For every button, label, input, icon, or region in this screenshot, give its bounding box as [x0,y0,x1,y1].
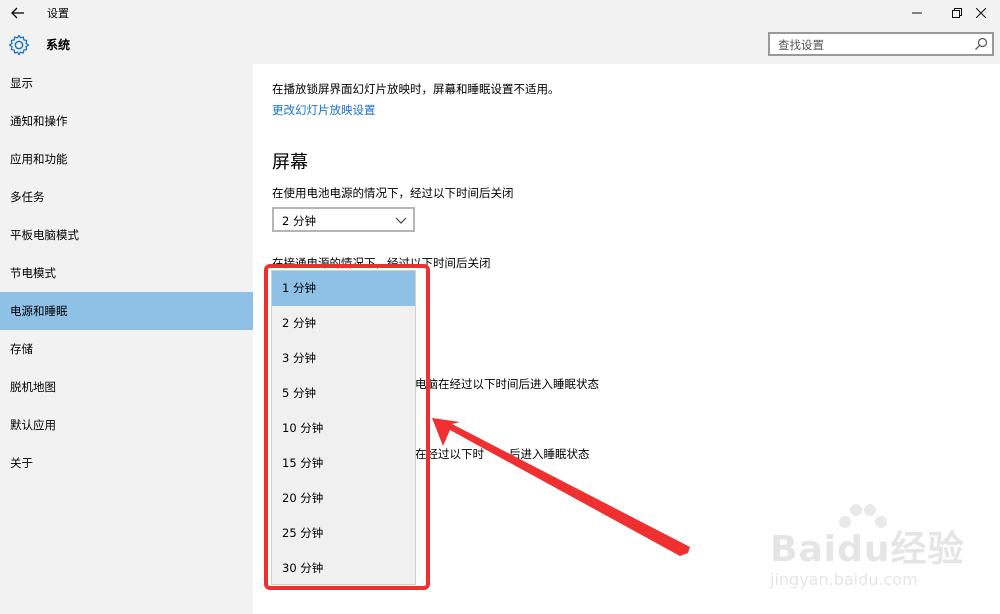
search-box[interactable] [768,32,994,56]
sidebar-item-about[interactable]: 关于 [0,444,253,482]
sidebar-item-tablet-mode[interactable]: 平板电脑模式 [0,216,253,254]
battery-screen-value: 2 分钟 [282,214,316,228]
slideshow-settings-link[interactable]: 更改幻灯片放映设置 [272,102,376,118]
chevron-down-icon [395,217,407,224]
search-icon [975,37,988,50]
sidebar-item-power-sleep[interactable]: 电源和睡眠 [0,292,253,330]
sidebar-item-battery-saver[interactable]: 节电模式 [0,254,253,292]
sleep-plugged-label-b: 后进入睡眠状态 [509,447,590,461]
window-title: 设置 [47,7,69,20]
minimize-icon [912,12,922,14]
sidebar-item-default-apps[interactable]: 默认应用 [0,406,253,444]
sidebar-item-storage[interactable]: 存储 [0,330,253,368]
back-arrow-icon [11,7,24,19]
annotation-highlight-rect [264,264,430,590]
watermark-url: jingyan.baidu.com [770,570,918,589]
page-title: 系统 [46,38,71,52]
sidebar-item-notifications[interactable]: 通知和操作 [0,102,253,140]
sleep-battery-label: 电脑在经过以下时间后进入睡眠状态 [415,377,599,391]
gear-icon [8,34,30,56]
sidebar-item-offline-maps[interactable]: 脱机地图 [0,368,253,406]
sidebar-item-apps[interactable]: 应用和功能 [0,140,253,178]
watermark: Baidu经验 jingyan.baidu.com [760,500,990,605]
close-button[interactable] [958,0,1000,26]
battery-screen-label: 在使用电池电源的情况下，经过以下时间后关闭 [272,186,514,200]
sidebar: 显示 通知和操作 应用和功能 多任务 平板电脑模式 节电模式 电源和睡眠 存储 … [0,64,253,614]
sidebar-item-multitasking[interactable]: 多任务 [0,178,253,216]
close-icon [976,8,986,18]
header: 系统 [0,26,1000,64]
title-bar: 设置 [0,0,1000,26]
search-input[interactable] [778,36,958,53]
screen-heading: 屏幕 [272,152,308,173]
sidebar-item-display[interactable]: 显示 [0,64,253,102]
slideshow-note: 在播放锁屏界面幻灯片放映时，屏幕和睡眠设置不适用。 [272,82,560,96]
back-button[interactable] [6,2,30,24]
battery-screen-select[interactable]: 2 分钟 [272,207,415,232]
watermark-brand: Baidu经验 [770,529,965,570]
